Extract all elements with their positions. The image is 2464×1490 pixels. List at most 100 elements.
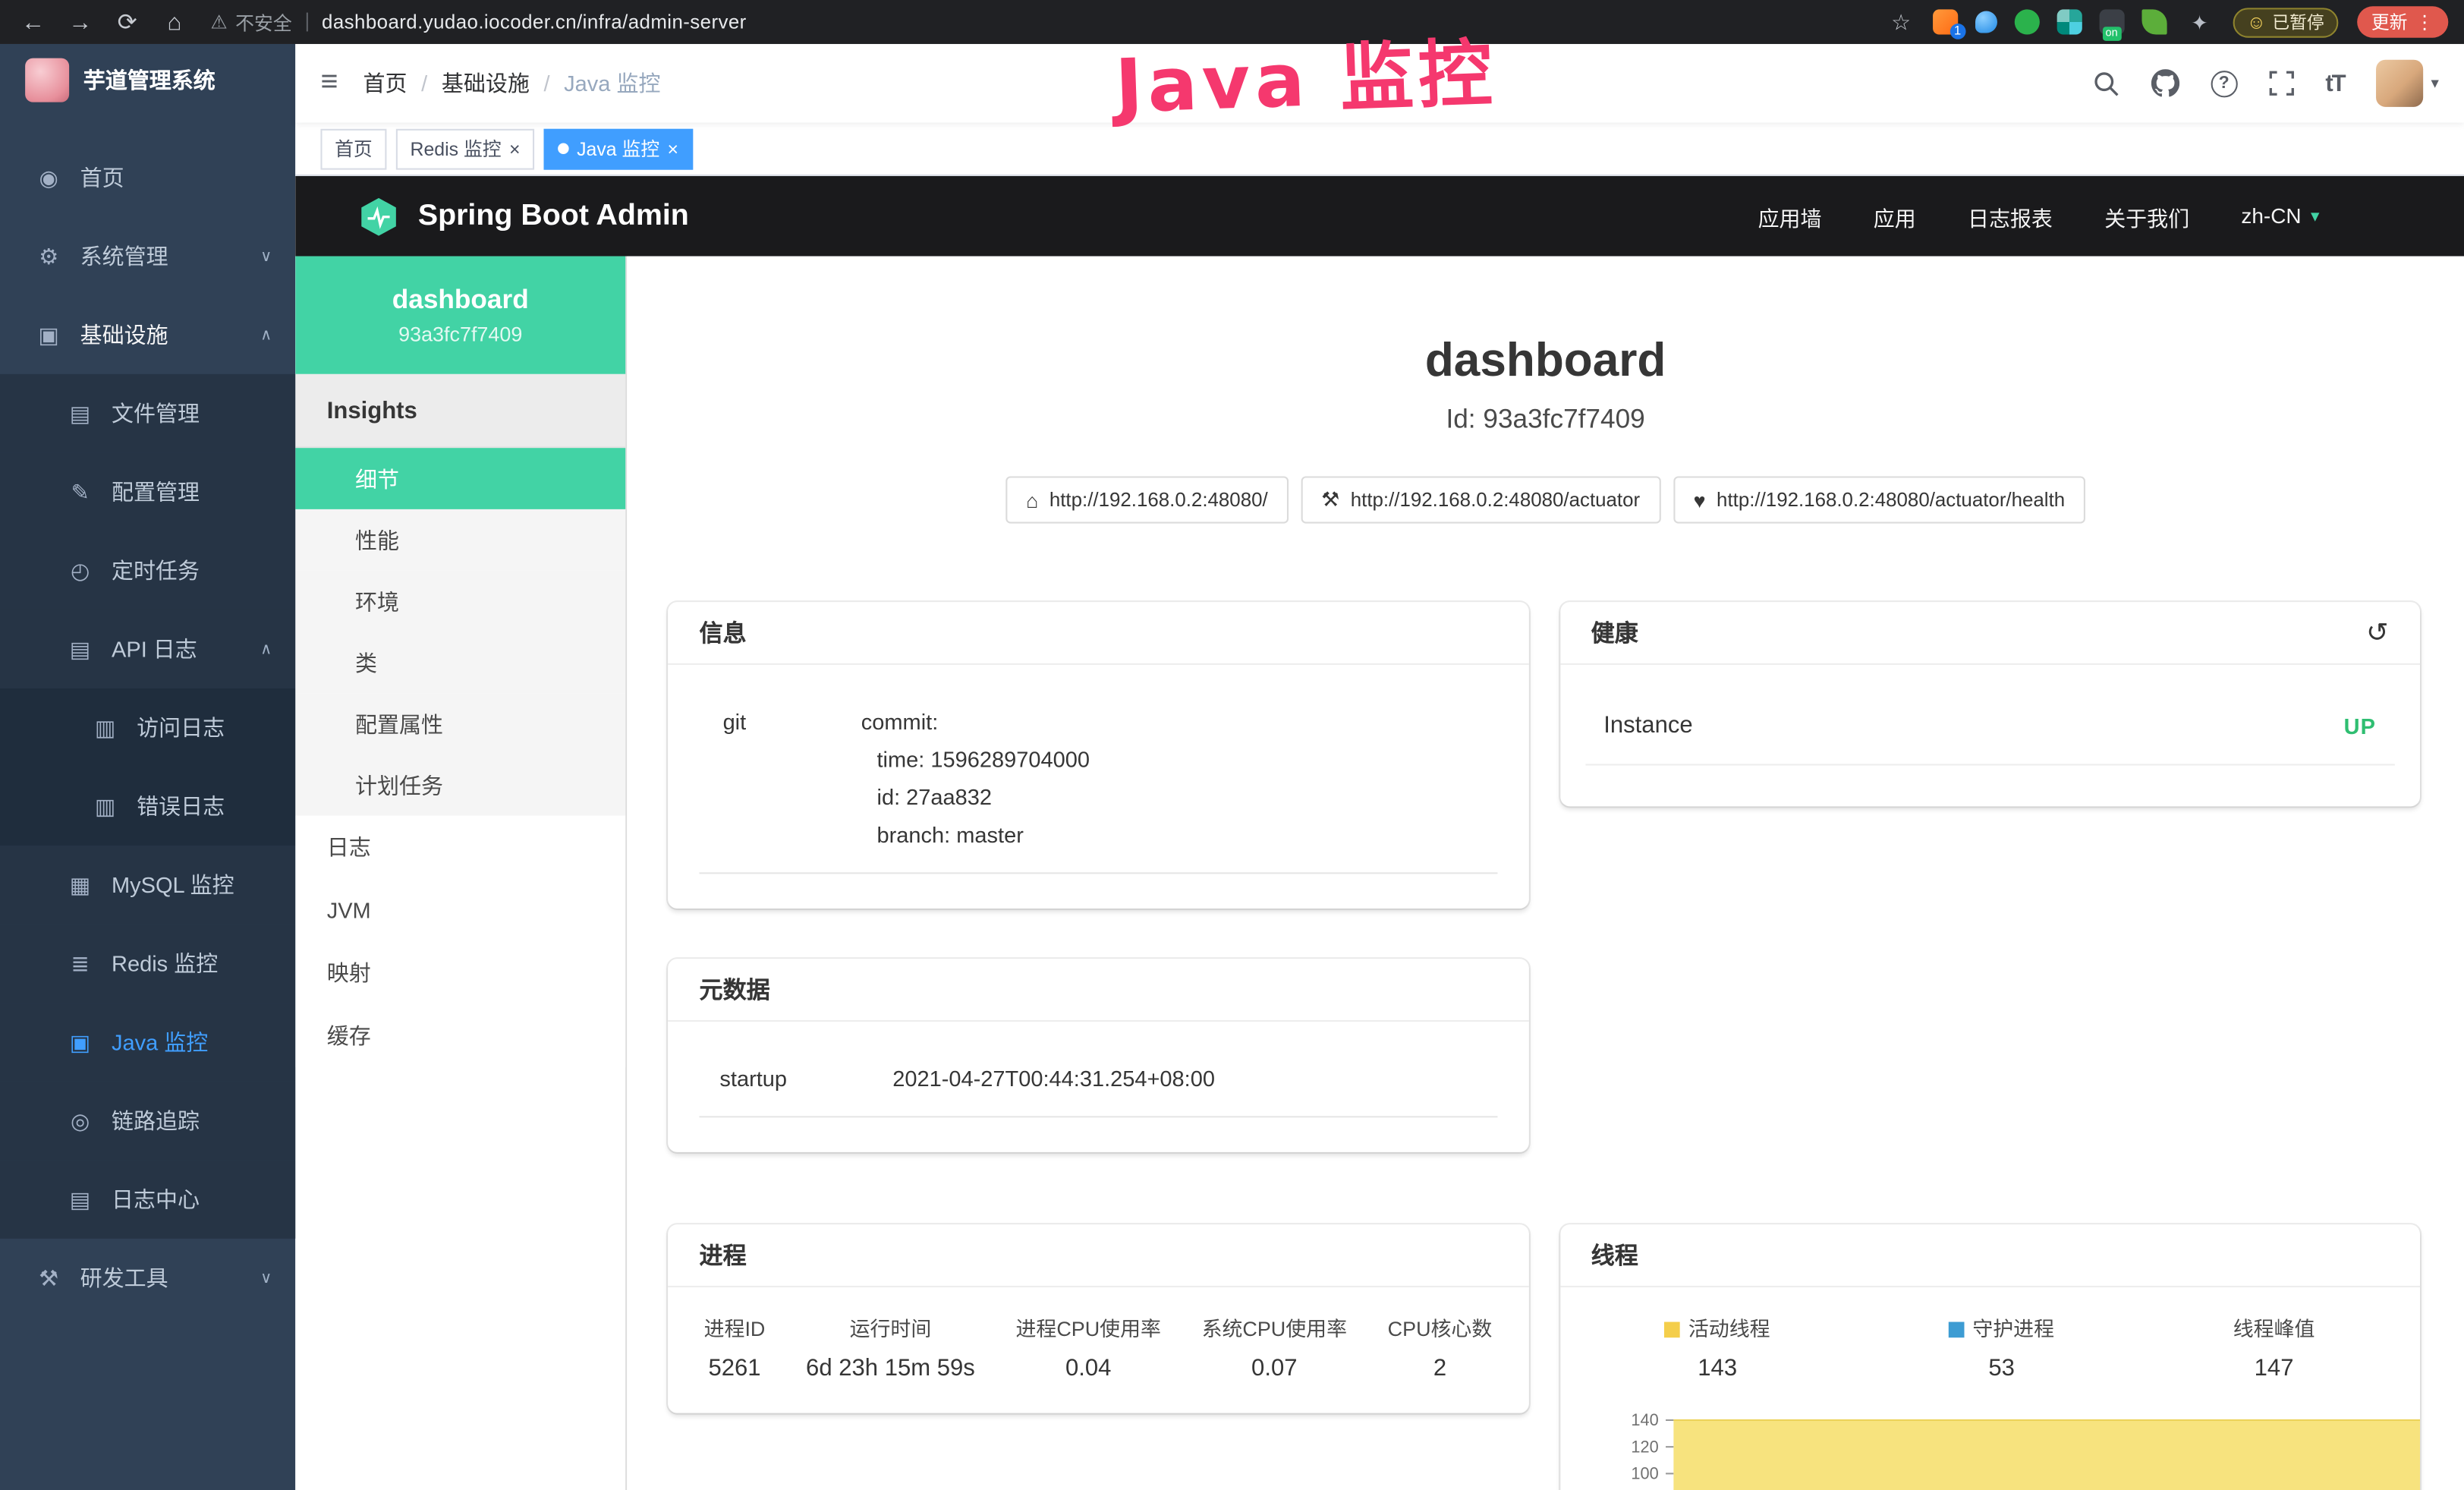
reload-icon[interactable]: ⟳ bbox=[113, 10, 141, 33]
sidebar-item-system-management[interactable]: ⚙ 系统管理 ∨ bbox=[0, 217, 295, 296]
paused-badge[interactable]: ☺ 已暂停 bbox=[2233, 7, 2338, 36]
page-instance-id: Id: 93a3fc7f7409 bbox=[627, 404, 2464, 435]
sba-item-mappings[interactable]: 映射 bbox=[295, 941, 625, 1004]
locale-selector[interactable]: zh-CN ▾ bbox=[2241, 204, 2319, 228]
hamburger-icon[interactable]: ≡ bbox=[320, 66, 338, 101]
sba-item-jvm[interactable]: JVM bbox=[295, 879, 625, 942]
avatar-caret-icon[interactable]: ▾ bbox=[2431, 74, 2438, 92]
breadcrumb-separator: / bbox=[543, 71, 549, 96]
stat-label: 系统CPU使用率 bbox=[1202, 1312, 1347, 1342]
sidebar-item-link-tracing[interactable]: ◎ 链路追踪 bbox=[0, 1082, 295, 1161]
edit-icon: ✎ bbox=[63, 479, 98, 506]
bookmark-star-icon[interactable]: ☆ bbox=[1887, 11, 1915, 33]
sidebar-item-scheduled-tasks[interactable]: ◴ 定时任务 bbox=[0, 531, 295, 610]
sidebar-item-access-logs[interactable]: ▥ 访问日志 bbox=[0, 688, 295, 767]
git-id-line: id: 27aa832 bbox=[861, 778, 1090, 816]
dashboard-icon: ◉ bbox=[31, 164, 66, 191]
metadata-value: 2021-04-27T00:44:31.254+08:00 bbox=[892, 1060, 1215, 1098]
user-avatar[interactable] bbox=[2376, 60, 2423, 107]
sidebar-item-label: 系统管理 bbox=[80, 241, 168, 272]
sba-nav-journal[interactable]: 日志报表 bbox=[1968, 200, 2053, 232]
document-icon: ▥ bbox=[88, 793, 123, 820]
link-health-url[interactable]: ♥ http://192.168.0.2:48080/actuator/heal… bbox=[1673, 476, 2085, 523]
process-stats: 进程ID 5261 运行时间 6d 23h 15m 59s 进程CPU使用率 0… bbox=[668, 1287, 1528, 1413]
gear-icon: ⚙ bbox=[31, 243, 66, 269]
sidebar-item-error-logs[interactable]: ▥ 错误日志 bbox=[0, 767, 295, 846]
extension-spark-icon[interactable]: ✦ bbox=[2186, 12, 2214, 33]
sidebar-item-java-monitor[interactable]: ▣ Java 监控 bbox=[0, 1003, 295, 1082]
sidebar-item-mysql-monitor[interactable]: ▦ MySQL 监控 bbox=[0, 846, 295, 925]
document-icon: ▥ bbox=[88, 714, 123, 741]
sba-item-logs[interactable]: 日志 bbox=[295, 816, 625, 879]
fullscreen-icon[interactable] bbox=[2269, 71, 2294, 96]
stat-label: 守护进程 bbox=[1972, 1317, 2054, 1340]
breadcrumb-current: Java 监控 bbox=[564, 68, 660, 99]
extension-orange-icon[interactable]: 1 bbox=[1933, 9, 1958, 34]
sidebar-item-dev-tools[interactable]: ⚒ 研发工具 ∨ bbox=[0, 1239, 295, 1318]
browser-home-icon[interactable]: ⌂ bbox=[160, 10, 188, 33]
extension-drop-icon[interactable] bbox=[1975, 11, 1997, 33]
extension-tampermonkey-icon[interactable]: on bbox=[2099, 9, 2124, 34]
security-label[interactable]: 不安全 bbox=[235, 8, 292, 35]
sidebar-item-home[interactable]: ◉ 首页 bbox=[0, 138, 295, 217]
extension-green-icon[interactable] bbox=[2014, 9, 2039, 34]
sidebar-item-file-management[interactable]: ▤ 文件管理 bbox=[0, 374, 295, 453]
sidebar-item-infrastructure[interactable]: ▣ 基础设施 ∧ bbox=[0, 295, 295, 374]
smiley-icon: ☺ bbox=[2247, 11, 2266, 33]
browser-menu-kebab-icon[interactable]: ⋮ bbox=[2415, 11, 2434, 33]
extension-grid-icon[interactable] bbox=[2056, 9, 2082, 34]
threads-card: 线程 活动线程 143 守护进程 53 bbox=[1559, 1224, 2420, 1490]
link-actuator-url[interactable]: ⚒ http://192.168.0.2:48080/actuator bbox=[1301, 476, 1660, 523]
extension-leaf-icon[interactable] bbox=[2141, 9, 2167, 34]
sba-item-environment[interactable]: 环境 bbox=[295, 571, 625, 632]
omnibox-divider bbox=[306, 13, 307, 32]
sidebar-item-label: 定时任务 bbox=[112, 555, 200, 586]
paused-label: 已暂停 bbox=[2272, 9, 2324, 34]
breadcrumb-infrastructure[interactable]: 基础设施 bbox=[442, 68, 530, 99]
health-instance-row[interactable]: Instance UP bbox=[1584, 700, 2394, 766]
stat-value: 0.07 bbox=[1202, 1355, 1347, 1381]
sba-item-performance[interactable]: 性能 bbox=[295, 509, 625, 571]
tab-home[interactable]: 首页 bbox=[320, 128, 386, 169]
sidebar-item-api-logs[interactable]: ▤ API 日志 ∧ bbox=[0, 610, 295, 688]
sidebar-item-redis-monitor[interactable]: ≣ Redis 监控 bbox=[0, 925, 295, 1003]
tab-java-monitor[interactable]: Java 监控 × bbox=[544, 128, 693, 169]
forward-icon[interactable]: → bbox=[66, 10, 94, 33]
sba-nav-applications[interactable]: 应用 bbox=[1874, 200, 1916, 232]
sba-brand: Spring Boot Admin bbox=[418, 199, 689, 234]
address-bar[interactable]: ⚠ 不安全 dashboard.yudao.iocoder.cn/infra/a… bbox=[210, 8, 746, 35]
stat-label: 运行时间 bbox=[806, 1312, 975, 1342]
sba-item-config-props[interactable]: 配置属性 bbox=[295, 693, 625, 754]
font-size-icon[interactable]: tT bbox=[2325, 70, 2344, 96]
link-root-url[interactable]: ⌂ http://192.168.0.2:48080/ bbox=[1005, 476, 1288, 523]
sba-item-scheduled-tasks[interactable]: 计划任务 bbox=[295, 754, 625, 816]
sba-item-details[interactable]: 细节 bbox=[295, 448, 625, 509]
sidebar-item-config-management[interactable]: ✎ 配置管理 bbox=[0, 452, 295, 531]
sidebar-item-label: 访问日志 bbox=[137, 712, 225, 743]
update-button[interactable]: 更新 ⋮ bbox=[2357, 6, 2448, 37]
app-logo[interactable]: 芋道管理系统 bbox=[0, 44, 295, 116]
sba-item-caches[interactable]: 缓存 bbox=[295, 1004, 625, 1067]
help-icon[interactable]: ? bbox=[2211, 70, 2237, 96]
instance-header[interactable]: dashboard 93a3fc7f7409 bbox=[295, 257, 625, 374]
history-icon[interactable]: ↺ bbox=[2366, 617, 2389, 648]
search-icon[interactable] bbox=[2093, 70, 2119, 96]
close-icon[interactable]: × bbox=[668, 139, 679, 158]
link-label: http://192.168.0.2:48080/actuator bbox=[1351, 489, 1640, 511]
sba-item-classes[interactable]: 类 bbox=[295, 632, 625, 693]
github-icon[interactable] bbox=[2151, 69, 2179, 97]
sba-nav-wallboard[interactable]: 应用墙 bbox=[1758, 200, 1822, 232]
stat-value: 5261 bbox=[704, 1355, 766, 1381]
sidebar-item-log-center[interactable]: ▤ 日志中心 bbox=[0, 1160, 295, 1239]
process-card: 进程 进程ID 5261 运行时间 6d 23h 15m 59s bbox=[668, 1224, 1528, 1413]
breadcrumb-home[interactable]: 首页 bbox=[363, 68, 408, 99]
sidebar-item-label: 配置管理 bbox=[112, 476, 200, 507]
tab-redis-monitor[interactable]: Redis 监控 × bbox=[396, 128, 534, 169]
sba-nav-about[interactable]: 关于我们 bbox=[2104, 200, 2189, 232]
chevron-down-icon: ∨ bbox=[260, 1269, 272, 1287]
close-icon[interactable]: × bbox=[509, 139, 521, 158]
insights-section-header: Insights bbox=[295, 374, 625, 448]
tab-label: 首页 bbox=[335, 135, 373, 162]
threads-stats: 活动线程 143 守护进程 53 线程峰值 14 bbox=[1559, 1312, 2420, 1381]
back-icon[interactable]: ← bbox=[19, 10, 47, 33]
